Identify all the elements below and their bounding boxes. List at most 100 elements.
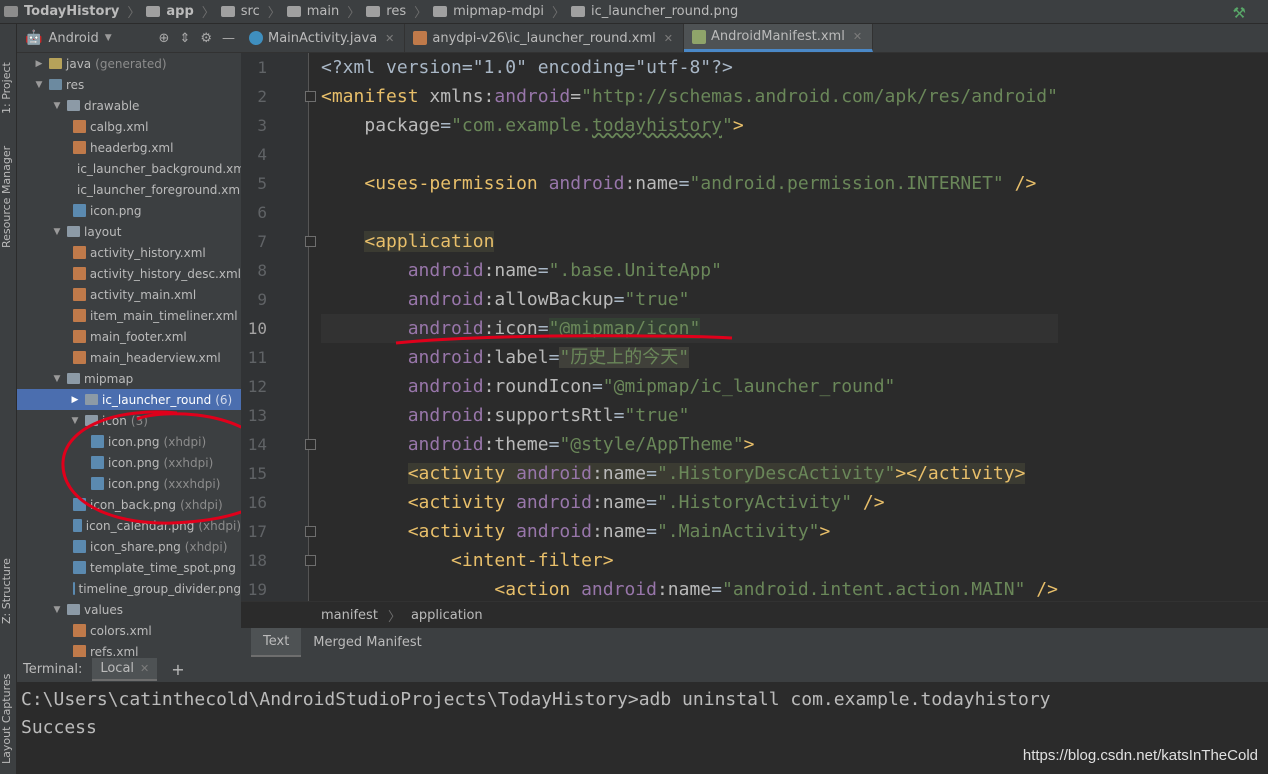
tab-ic-launcher-round[interactable]: anydpi-v26\ic_launcher_round.xml ✕ — [405, 24, 684, 52]
tree-item[interactable]: activity_history_desc.xml — [17, 263, 241, 284]
tab-android-manifest[interactable]: AndroidManifest.xml ✕ — [683, 24, 874, 52]
locate-icon[interactable]: ⊕ — [159, 31, 170, 46]
tab-text[interactable]: Text — [251, 628, 302, 657]
xml-icon — [73, 624, 86, 637]
breadcrumb-manifest[interactable]: manifest — [321, 608, 378, 623]
xml-icon — [73, 330, 86, 343]
new-terminal-icon[interactable]: + — [171, 660, 184, 679]
chevron-down-icon[interactable]: ▼ — [105, 33, 112, 43]
layout-captures-tool-tab[interactable]: Layout Captures — [0, 674, 13, 764]
code-token: <intent-filter> — [451, 550, 614, 571]
code-line[interactable]: <?xml version="1.0" encoding="utf-8"?> — [321, 53, 1058, 82]
breadcrumb-application[interactable]: application — [411, 608, 483, 623]
tree-item[interactable]: ic_launcher_background.xml — [17, 158, 241, 179]
hide-icon[interactable]: — — [222, 31, 235, 46]
code-line[interactable]: android:label="历史上的今天" — [321, 343, 1058, 372]
close-icon[interactable]: ✕ — [853, 30, 862, 43]
gear-icon[interactable]: ⚙ — [200, 31, 212, 46]
line-number: 1 — [257, 58, 267, 77]
code-token: = — [591, 376, 603, 397]
code-line[interactable]: android:allowBackup="true" — [321, 285, 1058, 314]
expanded-arrow-icon[interactable]: ▼ — [33, 80, 45, 90]
fold-marker-icon[interactable] — [305, 236, 316, 247]
expanded-arrow-icon[interactable]: ▼ — [51, 374, 63, 384]
tree-item[interactable]: ic_launcher_foreground.xml — [17, 179, 241, 200]
tree-item[interactable]: ▼ drawable — [17, 95, 241, 116]
code-editor[interactable]: 1 2 3 4 5 6 7 8 9 10 11 12 13 14 15 16 17 18 19 <?xml vers… — [241, 53, 1268, 601]
code-line[interactable] — [321, 140, 1058, 169]
code-token: android — [548, 173, 625, 194]
tab-merged-manifest[interactable]: Merged Manifest — [301, 628, 433, 657]
resource-manager-tool-tab[interactable]: Resource Manager — [0, 146, 13, 248]
code-line[interactable]: android:theme="@style/AppTheme"> — [321, 430, 1058, 459]
close-icon[interactable]: ✕ — [140, 662, 149, 675]
tree-item-label: icon.png — [90, 203, 142, 218]
tree-item[interactable]: timeline_group_divider.png — [17, 578, 241, 599]
tree-item[interactable]: ▼ layout — [17, 221, 241, 242]
code-line[interactable]: <uses-permission android:name="android.p… — [321, 169, 1058, 198]
breadcrumb-mipmap-mdpi[interactable]: mipmap-mdpi — [451, 0, 546, 24]
breadcrumb-src[interactable]: src — [239, 0, 262, 24]
folder-icon — [286, 6, 301, 17]
breadcrumb-project[interactable]: TodayHistory — [22, 0, 121, 24]
tree-item[interactable]: icon.png — [17, 200, 241, 221]
tree-item[interactable]: main_footer.xml — [17, 326, 241, 347]
code-line[interactable]: <manifest xmlns:android="http://schemas.… — [321, 82, 1058, 111]
breadcrumb-app[interactable]: app — [164, 0, 195, 24]
code-line[interactable]: <action android:name="android.intent.act… — [321, 575, 1058, 601]
build-hammer-icon[interactable]: ⚒ — [1233, 4, 1246, 22]
tree-item[interactable]: ▼ res — [17, 74, 241, 95]
tree-item[interactable]: colors.xml — [17, 620, 241, 641]
code-line[interactable]: <application — [321, 227, 1058, 256]
tree-item[interactable]: item_main_timeliner.xml — [17, 305, 241, 326]
code-line[interactable]: <intent-filter> — [321, 546, 1058, 575]
code-token: :name — [591, 521, 647, 542]
fold-marker-icon[interactable] — [305, 555, 316, 566]
terminal-output[interactable]: C:\Users\catinthecold\AndroidStudioProje… — [17, 682, 1268, 746]
breadcrumb-file[interactable]: ic_launcher_round.png — [589, 0, 740, 24]
tree-item-label: activity_history.xml — [90, 245, 206, 260]
tree-item[interactable]: refs.xml — [17, 641, 241, 657]
terminal-tab-local[interactable]: Local ✕ — [92, 658, 158, 681]
project-tool-tab[interactable]: 1: Project — [0, 62, 13, 114]
tree-item[interactable]: icon_share.png (xhdpi) — [17, 536, 241, 557]
tree-item[interactable]: activity_main.xml — [17, 284, 241, 305]
tree-item[interactable]: ▼ mipmap — [17, 368, 241, 389]
tree-item[interactable]: main_headerview.xml — [17, 347, 241, 368]
breadcrumb-res[interactable]: res — [384, 0, 408, 24]
code-line[interactable]: <activity android:name=".HistoryActivity… — [321, 488, 1058, 517]
collapsed-arrow-icon[interactable]: ▶ — [69, 395, 81, 405]
tab-mainactivity[interactable]: MainActivity.java ✕ — [241, 24, 406, 52]
expanded-arrow-icon[interactable]: ▼ — [51, 227, 63, 237]
line-number: 12 — [247, 377, 267, 396]
tree-item[interactable]: activity_history.xml — [17, 242, 241, 263]
tree-item[interactable]: ▼ values — [17, 599, 241, 620]
close-icon[interactable]: ✕ — [664, 32, 673, 45]
code-text[interactable]: <?xml version="1.0" encoding="utf-8"?> <m… — [321, 53, 1058, 601]
fold-marker-icon[interactable] — [305, 439, 316, 450]
expanded-arrow-icon[interactable]: ▼ — [51, 605, 63, 615]
code-line[interactable]: package="com.example.todayhistory"> — [321, 111, 1058, 140]
android-icon: 🤖 — [25, 30, 43, 46]
xml-icon — [73, 288, 86, 301]
code-line[interactable]: <activity android:name=".HistoryDescActi… — [321, 459, 1058, 488]
code-line[interactable]: android:roundIcon="@mipmap/ic_launcher_r… — [321, 372, 1058, 401]
tree-item-label: main_headerview.xml — [90, 350, 221, 365]
code-line[interactable]: <activity android:name=".MainActivity"> — [321, 517, 1058, 546]
tree-item[interactable]: calbg.xml — [17, 116, 241, 137]
code-line[interactable]: android:supportsRtl="true" — [321, 401, 1058, 430]
tree-item[interactable]: template_time_spot.png — [17, 557, 241, 578]
fold-marker-icon[interactable] — [305, 526, 316, 537]
view-mode-select[interactable]: Android — [48, 31, 98, 46]
breadcrumb-main[interactable]: main — [305, 0, 341, 24]
tree-item[interactable]: ▶ java (generated) — [17, 53, 241, 74]
tree-item[interactable]: headerbg.xml — [17, 137, 241, 158]
fold-marker-icon[interactable] — [305, 91, 316, 102]
code-line[interactable] — [321, 198, 1058, 227]
expanded-arrow-icon[interactable]: ▼ — [51, 101, 63, 111]
collapse-icon[interactable]: ⇕ — [179, 31, 190, 46]
collapsed-arrow-icon[interactable]: ▶ — [33, 59, 45, 69]
code-line[interactable]: android:name=".base.UniteApp" — [321, 256, 1058, 285]
structure-tool-tab[interactable]: Z: Structure — [0, 558, 13, 624]
close-icon[interactable]: ✕ — [385, 32, 394, 45]
